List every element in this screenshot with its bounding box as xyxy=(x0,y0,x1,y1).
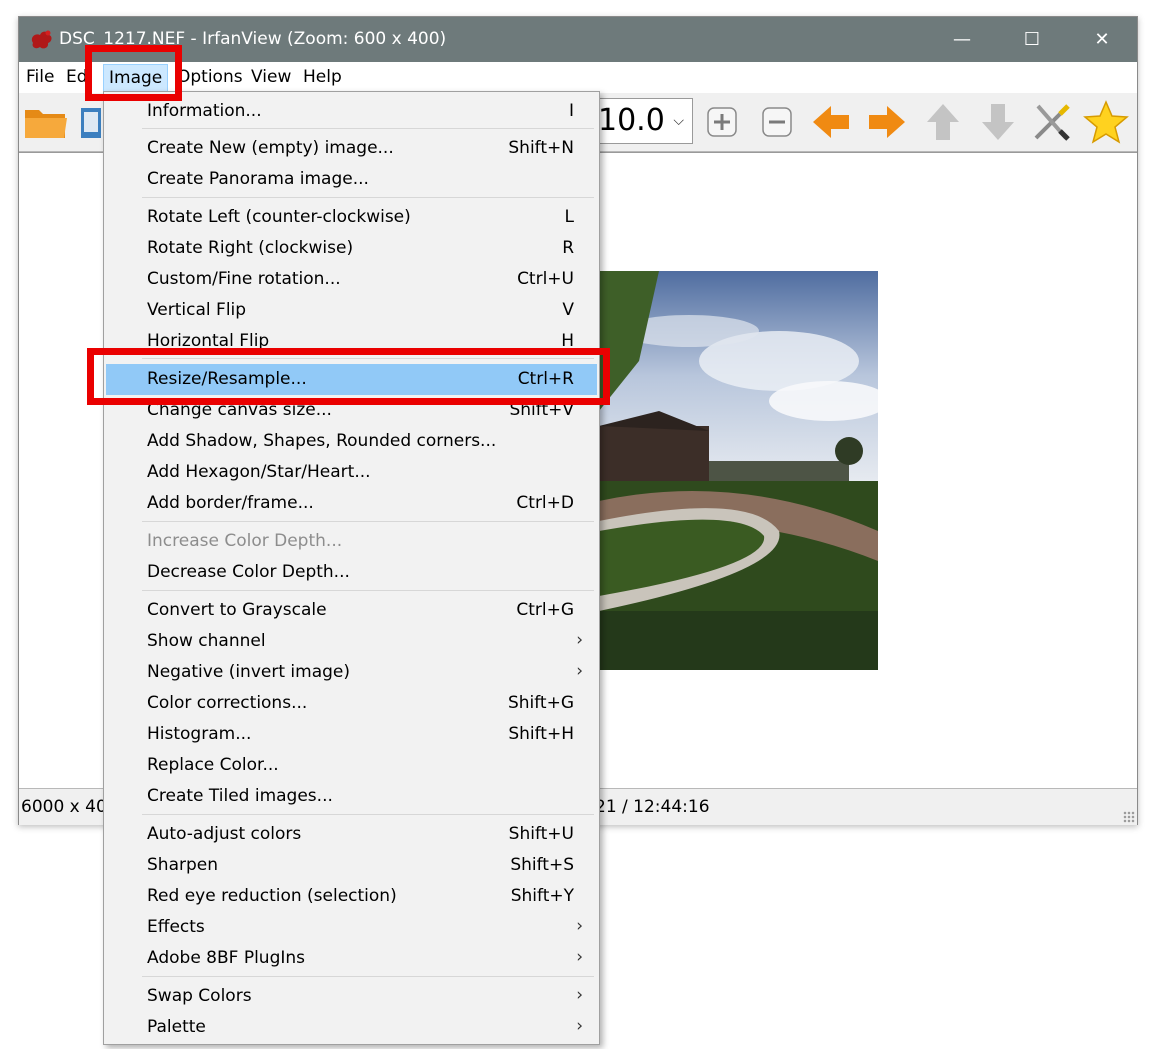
menu-item-replace-color[interactable]: Replace Color... xyxy=(106,750,597,781)
chevron-right-icon: › xyxy=(576,916,583,936)
zoom-out-icon[interactable] xyxy=(754,99,800,145)
menu-separator xyxy=(142,197,594,198)
menu-item-palette[interactable]: Palette › xyxy=(106,1012,597,1043)
image-menu-dropdown: Information... I Create New (empty) image… xyxy=(103,91,600,1045)
menu-item-negative[interactable]: Negative (invert image) › xyxy=(106,657,597,688)
menu-separator xyxy=(142,128,594,129)
open-folder-icon[interactable] xyxy=(23,99,69,145)
chevron-right-icon: › xyxy=(576,630,583,650)
close-button[interactable]: ✕ xyxy=(1067,17,1137,62)
maximize-button[interactable]: ☐ xyxy=(997,17,1067,62)
menu-item-swap-colors[interactable]: Swap Colors › xyxy=(106,981,597,1012)
menu-item-color-corrections[interactable]: Color corrections... Shift+G xyxy=(106,688,597,719)
resize-grip[interactable] xyxy=(1123,811,1135,823)
menu-item-create-panorama[interactable]: Create Panorama image... xyxy=(106,164,597,195)
zoom-value: 10.0 xyxy=(598,103,665,138)
menu-separator xyxy=(142,814,594,815)
menu-item-increase-color-depth: Increase Color Depth... xyxy=(147,531,343,551)
menu-item-add-shadow[interactable]: Add Shadow, Shapes, Rounded corners... xyxy=(106,426,597,457)
menu-item-show-channel[interactable]: Show channel › xyxy=(106,626,597,657)
slideshow-icon[interactable] xyxy=(77,99,105,145)
chevron-right-icon: › xyxy=(576,661,583,681)
menu-bar: File Ed Image Options View Help xyxy=(19,62,1137,93)
chevron-right-icon: › xyxy=(576,947,583,967)
highlight-box-image-menu xyxy=(85,45,182,101)
menu-item-custom-rotation[interactable]: Custom/Fine rotation... Ctrl+U xyxy=(106,264,597,295)
menu-item-histogram[interactable]: Histogram... Shift+H xyxy=(106,719,597,750)
zoom-in-icon[interactable] xyxy=(699,99,745,145)
menu-item-rotate-right[interactable]: Rotate Right (clockwise) R xyxy=(106,233,597,264)
down-arrow-icon[interactable] xyxy=(975,99,1021,145)
menu-separator xyxy=(142,521,594,522)
title-bar[interactable]: DSC_1217.NEF - IrfanView (Zoom: 600 x 40… xyxy=(19,17,1137,62)
menu-item-auto-adjust[interactable]: Auto-adjust colors Shift+U xyxy=(106,819,597,850)
chevron-right-icon: › xyxy=(576,1016,583,1036)
menu-item-decrease-color-depth[interactable]: Decrease Color Depth... xyxy=(106,557,597,588)
menu-item-add-border[interactable]: Add border/frame... Ctrl+D xyxy=(106,488,597,519)
menu-item-vertical-flip[interactable]: Vertical Flip V xyxy=(106,295,597,326)
menu-item-effects[interactable]: Effects › xyxy=(106,912,597,943)
menu-help[interactable]: Help xyxy=(303,67,342,87)
menu-item-rotate-left[interactable]: Rotate Left (counter-clockwise) L xyxy=(106,202,597,233)
irfanview-app-icon xyxy=(31,30,52,49)
photo-preview xyxy=(599,271,878,670)
menu-item-adobe-plugins[interactable]: Adobe 8BF PlugIns › xyxy=(106,943,597,974)
menu-item-create-new[interactable]: Create New (empty) image... Shift+N xyxy=(106,133,597,164)
menu-view[interactable]: View xyxy=(251,67,291,87)
up-arrow-icon[interactable] xyxy=(920,99,966,145)
next-arrow-icon[interactable] xyxy=(864,99,910,145)
menu-file[interactable]: File xyxy=(26,67,54,87)
chevron-right-icon: › xyxy=(576,985,583,1005)
settings-tools-icon[interactable] xyxy=(1029,99,1075,145)
status-date: 21 / 12:44:16 xyxy=(595,797,710,817)
menu-options[interactable]: Options xyxy=(177,67,243,87)
menu-item-create-tiled[interactable]: Create Tiled images... xyxy=(106,781,597,812)
favorite-star-icon[interactable] xyxy=(1083,99,1129,145)
chevron-down-icon[interactable]: ⌵ xyxy=(673,113,684,129)
previous-arrow-icon[interactable] xyxy=(808,99,854,145)
menu-item-add-hexagon[interactable]: Add Hexagon/Star/Heart... xyxy=(106,457,597,488)
menu-item-sharpen[interactable]: Sharpen Shift+S xyxy=(106,850,597,881)
menu-separator xyxy=(142,590,594,591)
menu-separator xyxy=(142,976,594,977)
menu-item-red-eye[interactable]: Red eye reduction (selection) Shift+Y xyxy=(106,881,597,912)
menu-item-convert-grayscale[interactable]: Convert to Grayscale Ctrl+G xyxy=(106,595,597,626)
minimize-button[interactable]: — xyxy=(927,17,997,62)
highlight-box-resize-item xyxy=(87,348,610,405)
